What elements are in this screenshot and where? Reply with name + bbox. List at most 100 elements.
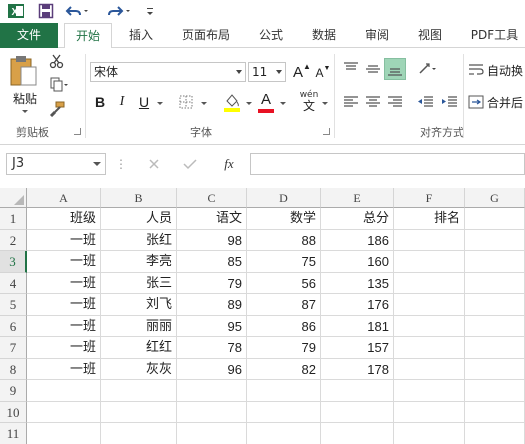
align-center-icon[interactable] bbox=[362, 92, 384, 112]
cell-d11[interactable] bbox=[247, 423, 321, 444]
cell-g9[interactable] bbox=[465, 380, 525, 402]
column-header-c[interactable]: C bbox=[177, 188, 247, 208]
tab-file[interactable]: 文件 bbox=[0, 23, 58, 48]
cell-g1[interactable] bbox=[465, 208, 525, 230]
grow-font-button[interactable]: A ▲ bbox=[292, 62, 312, 82]
cell-d4[interactable]: 56 bbox=[247, 272, 321, 294]
insert-function-icon[interactable]: fx bbox=[218, 155, 240, 173]
chevron-down-icon[interactable] bbox=[276, 70, 282, 74]
cell-a10[interactable] bbox=[27, 401, 101, 423]
clipboard-launcher-icon[interactable] bbox=[74, 128, 81, 135]
fill-color-icon[interactable] bbox=[222, 90, 242, 114]
cell-b10[interactable] bbox=[101, 401, 177, 423]
customize-toolbar-icon[interactable] bbox=[142, 2, 158, 20]
cell-g7[interactable] bbox=[465, 337, 525, 359]
cell-b11[interactable] bbox=[101, 423, 177, 444]
cell-c5[interactable]: 89 bbox=[177, 294, 247, 316]
cell-a5[interactable]: 一班 bbox=[27, 294, 101, 316]
cell-e5[interactable]: 176 bbox=[321, 294, 394, 316]
borders-dropdown-icon[interactable] bbox=[201, 102, 207, 105]
cell-d6[interactable]: 86 bbox=[247, 315, 321, 337]
orientation-icon[interactable] bbox=[416, 58, 440, 80]
row-header-2[interactable]: 2 bbox=[0, 229, 27, 251]
decrease-indent-icon[interactable] bbox=[414, 92, 436, 112]
cell-a9[interactable] bbox=[27, 380, 101, 402]
cell-d3[interactable]: 75 bbox=[247, 251, 321, 273]
tab-insert[interactable]: 插入 bbox=[120, 23, 162, 48]
cell-c1[interactable]: 语文 bbox=[177, 208, 247, 230]
cell-a7[interactable]: 一班 bbox=[27, 337, 101, 359]
cell-d10[interactable] bbox=[247, 401, 321, 423]
cell-f4[interactable] bbox=[394, 272, 465, 294]
cell-d5[interactable]: 87 bbox=[247, 294, 321, 316]
cell-e8[interactable]: 178 bbox=[321, 358, 394, 380]
paste-icon[interactable] bbox=[6, 54, 40, 88]
enter-icon[interactable] bbox=[180, 155, 200, 173]
cell-b2[interactable]: 张红 bbox=[101, 229, 177, 251]
cell-f5[interactable] bbox=[394, 294, 465, 316]
row-header-10[interactable]: 10 bbox=[0, 401, 27, 423]
cell-b5[interactable]: 刘飞 bbox=[101, 294, 177, 316]
cell-f9[interactable] bbox=[394, 380, 465, 402]
borders-icon[interactable] bbox=[176, 92, 196, 112]
tab-home[interactable]: 开始 bbox=[64, 23, 112, 49]
shrink-font-button[interactable]: A ▼ bbox=[314, 64, 332, 82]
cell-e9[interactable] bbox=[321, 380, 394, 402]
cell-g10[interactable] bbox=[465, 401, 525, 423]
align-left-icon[interactable] bbox=[340, 92, 362, 112]
row-header-1[interactable]: 1 bbox=[0, 208, 27, 230]
cell-c10[interactable] bbox=[177, 401, 247, 423]
cell-g5[interactable] bbox=[465, 294, 525, 316]
tab-review[interactable]: 审阅 bbox=[356, 23, 398, 48]
cell-a1[interactable]: 班级 bbox=[27, 208, 101, 230]
tab-pdf-tools[interactable]: PDF工具 bbox=[464, 23, 525, 48]
cell-d2[interactable]: 88 bbox=[247, 229, 321, 251]
cell-g11[interactable] bbox=[465, 423, 525, 444]
paste-dropdown-icon[interactable] bbox=[22, 110, 28, 113]
cell-b9[interactable] bbox=[101, 380, 177, 402]
cell-c11[interactable] bbox=[177, 423, 247, 444]
cell-c3[interactable]: 85 bbox=[177, 251, 247, 273]
column-header-f[interactable]: F bbox=[394, 188, 465, 208]
row-header-8[interactable]: 8 bbox=[0, 358, 27, 380]
cell-e1[interactable]: 总分 bbox=[321, 208, 394, 230]
align-middle-icon[interactable] bbox=[362, 58, 384, 80]
cell-e7[interactable]: 157 bbox=[321, 337, 394, 359]
cut-icon[interactable] bbox=[48, 52, 66, 70]
increase-indent-icon[interactable] bbox=[438, 92, 460, 112]
cell-g3[interactable] bbox=[465, 251, 525, 273]
merge-center-button[interactable]: 合并后 bbox=[468, 92, 525, 112]
cell-e6[interactable]: 181 bbox=[321, 315, 394, 337]
chevron-down-icon[interactable] bbox=[93, 162, 101, 166]
cell-f7[interactable] bbox=[394, 337, 465, 359]
cell-f2[interactable] bbox=[394, 229, 465, 251]
font-color-dropdown-icon[interactable] bbox=[280, 102, 286, 105]
formula-input[interactable] bbox=[250, 153, 525, 175]
row-header-11[interactable]: 11 bbox=[0, 423, 27, 444]
font-color-button[interactable]: A bbox=[256, 90, 276, 114]
tab-view[interactable]: 视图 bbox=[409, 23, 451, 48]
align-bottom-icon[interactable] bbox=[384, 58, 406, 80]
cell-a6[interactable]: 一班 bbox=[27, 315, 101, 337]
cell-g6[interactable] bbox=[465, 315, 525, 337]
cell-f10[interactable] bbox=[394, 401, 465, 423]
cell-g2[interactable] bbox=[465, 229, 525, 251]
column-header-a[interactable]: A bbox=[27, 188, 101, 208]
align-top-icon[interactable] bbox=[340, 58, 362, 80]
underline-dropdown-icon[interactable] bbox=[157, 102, 163, 105]
bold-button[interactable]: B bbox=[92, 92, 108, 112]
name-box[interactable]: J3 bbox=[6, 153, 106, 175]
row-header-4[interactable]: 4 bbox=[0, 272, 27, 294]
cell-e11[interactable] bbox=[321, 423, 394, 444]
cell-b3[interactable]: 李亮 bbox=[101, 251, 177, 273]
cell-c4[interactable]: 79 bbox=[177, 272, 247, 294]
column-header-g[interactable]: G bbox=[465, 188, 525, 208]
cell-e3[interactable]: 160 bbox=[321, 251, 394, 273]
format-painter-icon[interactable] bbox=[48, 100, 66, 118]
cell-c8[interactable]: 96 bbox=[177, 358, 247, 380]
underline-button[interactable]: U bbox=[136, 92, 152, 112]
column-header-b[interactable]: B bbox=[101, 188, 177, 208]
tab-data[interactable]: 数据 bbox=[303, 23, 345, 48]
cell-d1[interactable]: 数学 bbox=[247, 208, 321, 230]
cell-b8[interactable]: 灰灰 bbox=[101, 358, 177, 380]
